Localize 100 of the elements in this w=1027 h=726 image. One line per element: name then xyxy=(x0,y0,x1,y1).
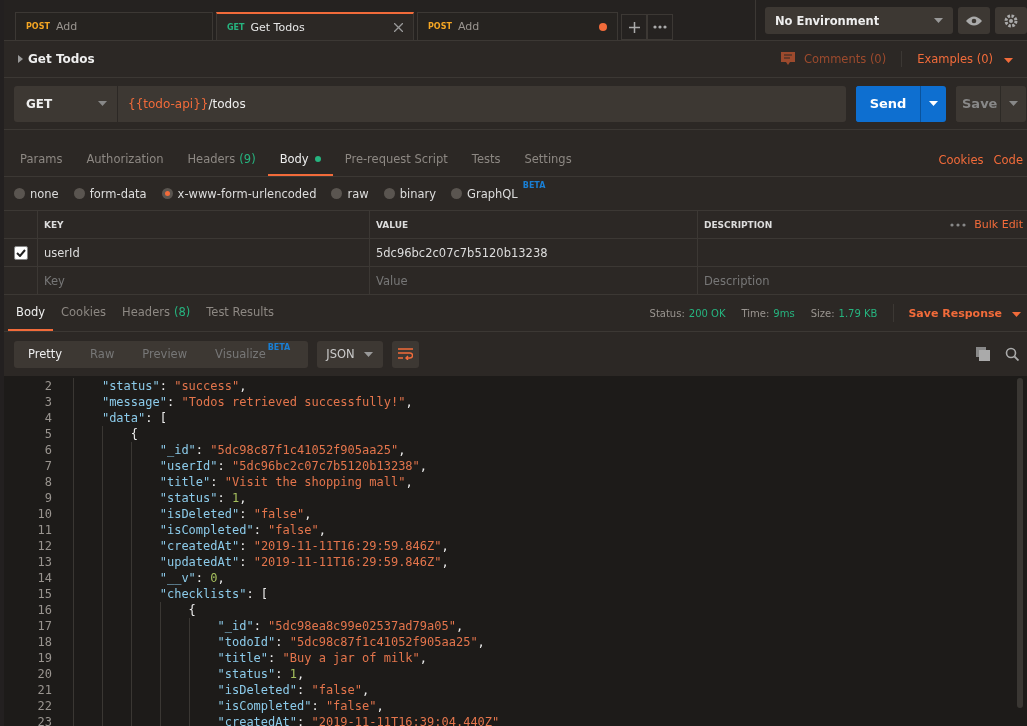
view-mode-tab[interactable]: Pretty xyxy=(14,347,77,361)
code-line: "isCompleted": "false", xyxy=(73,698,384,714)
table-cell: 5dc96bc2c07c7b5120b13238 xyxy=(370,239,698,267)
view-mode-tab[interactable]: Raw xyxy=(76,347,129,361)
request-link[interactable]: Code xyxy=(993,152,1023,167)
code-line: "__v": 0, xyxy=(73,570,225,586)
radio-button[interactable] xyxy=(451,188,463,199)
radio-button[interactable] xyxy=(331,188,343,199)
request-tab[interactable]: POST Add xyxy=(417,12,618,40)
code-line: "todoId": "5dc98c87f1c41052f905aa25", xyxy=(73,634,485,650)
description-field[interactable]: Description xyxy=(698,267,1027,295)
request-section-tab[interactable]: Pre-request Script xyxy=(332,143,460,176)
search-icon[interactable] xyxy=(1005,347,1019,361)
radio-label: GraphQL xyxy=(467,186,518,201)
code-line: "title": "Visit the shopping mall", xyxy=(73,474,413,490)
radio-button[interactable] xyxy=(14,188,25,199)
caret-icon xyxy=(1012,312,1021,317)
code-line: "_id": "5dc98ea8c99e02537ad79a05", xyxy=(73,618,464,634)
unsaved-dot xyxy=(599,22,607,31)
code-line: "isDeleted": "false", xyxy=(73,682,370,698)
radio-button[interactable] xyxy=(73,188,85,199)
radio-label: form-data xyxy=(89,186,147,201)
new-tab-button[interactable] xyxy=(621,14,647,40)
response-tab[interactable]: Body xyxy=(8,295,54,331)
method-select[interactable]: GET xyxy=(14,85,118,122)
request-section-tab[interactable]: Authorization xyxy=(74,143,176,176)
code-line: "data": [ xyxy=(73,410,167,426)
request-link[interactable]: Cookies xyxy=(938,152,984,167)
settings-icon xyxy=(1003,12,1019,29)
copy-icon[interactable] xyxy=(976,347,990,361)
line-number: 13 xyxy=(36,555,52,569)
format-select[interactable]: JSON xyxy=(317,340,384,368)
line-number: 17 xyxy=(36,619,52,633)
more-icon xyxy=(653,25,667,29)
line-number: 8 xyxy=(43,475,52,489)
line-number: 23 xyxy=(36,715,52,726)
radio-button[interactable] xyxy=(161,188,173,199)
save-button[interactable]: Save xyxy=(956,85,1000,122)
line-number: 10 xyxy=(36,507,52,521)
url-field[interactable]: {{todo-api}}/todos xyxy=(118,85,846,122)
settings-button[interactable] xyxy=(995,7,1027,34)
caret-icon xyxy=(98,101,107,106)
request-section-tab[interactable]: Params xyxy=(8,143,75,176)
column-header: VALUE xyxy=(370,211,698,239)
wrap-button[interactable] xyxy=(392,340,420,368)
status-label: Status: xyxy=(649,307,685,319)
wrap-icon xyxy=(398,348,414,360)
column-header: DESCRIPTION Bulk Edit xyxy=(698,211,1027,239)
environment-select[interactable]: No Environment xyxy=(765,7,953,34)
line-number: 4 xyxy=(43,411,52,425)
line-number: 16 xyxy=(36,603,52,617)
radio-button[interactable] xyxy=(383,188,395,199)
response-tab[interactable]: Cookies xyxy=(53,295,115,331)
code-line: "status": "success", xyxy=(73,378,247,394)
caret-icon xyxy=(364,351,374,357)
code-line: "message": "Todos retrieved successfully!", xyxy=(73,394,413,410)
response-tab[interactable]: Test Results xyxy=(198,295,283,331)
line-number: 18 xyxy=(36,635,52,649)
code-line: "checklists": [ xyxy=(73,586,269,602)
request-section-tab[interactable]: Body xyxy=(267,143,333,176)
table-cell: userId xyxy=(38,239,370,267)
status-value: 9ms xyxy=(773,307,795,319)
code-line: "isDeleted": "false", xyxy=(73,506,312,522)
line-number: 21 xyxy=(36,683,52,697)
line-number: 9 xyxy=(43,491,52,505)
checkbox[interactable] xyxy=(14,245,28,260)
view-mode-tab[interactable]: Preview xyxy=(128,347,202,361)
line-number: 12 xyxy=(36,539,52,553)
value-field[interactable]: Value xyxy=(370,267,698,295)
eye-icon xyxy=(966,15,982,26)
request-section-tab[interactable]: Tests xyxy=(459,143,513,176)
line-number: 19 xyxy=(36,651,52,665)
request-section-tab[interactable]: Headers (9) xyxy=(175,143,268,176)
save-response-button[interactable]: Save Response xyxy=(908,306,1002,320)
code-line: "status": 1, xyxy=(73,490,247,506)
status-label: Size: xyxy=(810,307,835,319)
line-number: 20 xyxy=(36,667,52,681)
request-tab[interactable]: GET Get Todos xyxy=(216,12,414,40)
radio-label: x-www-form-urlencoded xyxy=(177,186,317,201)
plus-icon xyxy=(628,21,640,33)
code-line: "_id": "5dc98c87f1c41052f905aa25", xyxy=(73,442,406,458)
request-section-tab[interactable]: Settings xyxy=(512,143,584,176)
examples-link[interactable]: Examples (0) xyxy=(917,52,993,66)
request-tab[interactable]: POST Add xyxy=(15,12,213,40)
code-line: "createdAt": "2019-11-11T16:29:59.846Z", xyxy=(73,538,449,554)
code-line: "createdAt": "2019-11-11T16:39:04.440Z" xyxy=(73,714,500,726)
close-icon[interactable] xyxy=(394,22,403,32)
caret-icon xyxy=(1009,101,1018,106)
expand-icon[interactable] xyxy=(18,55,23,63)
beta-label: BETA xyxy=(267,343,291,352)
bulk-edit-link[interactable]: Bulk Edit xyxy=(974,218,1023,231)
eye-button[interactable] xyxy=(958,7,990,34)
line-number: 5 xyxy=(43,427,52,441)
code-line: "userId": "5dc96bc2c07c7b5120b13238", xyxy=(73,458,428,474)
column-header: KEY xyxy=(38,211,370,239)
key-field[interactable]: Key xyxy=(38,267,370,295)
more-icon[interactable] xyxy=(950,222,967,227)
line-number: 7 xyxy=(43,459,52,473)
line-number: 2 xyxy=(43,379,52,393)
response-tab[interactable]: Headers (8) xyxy=(114,295,199,331)
